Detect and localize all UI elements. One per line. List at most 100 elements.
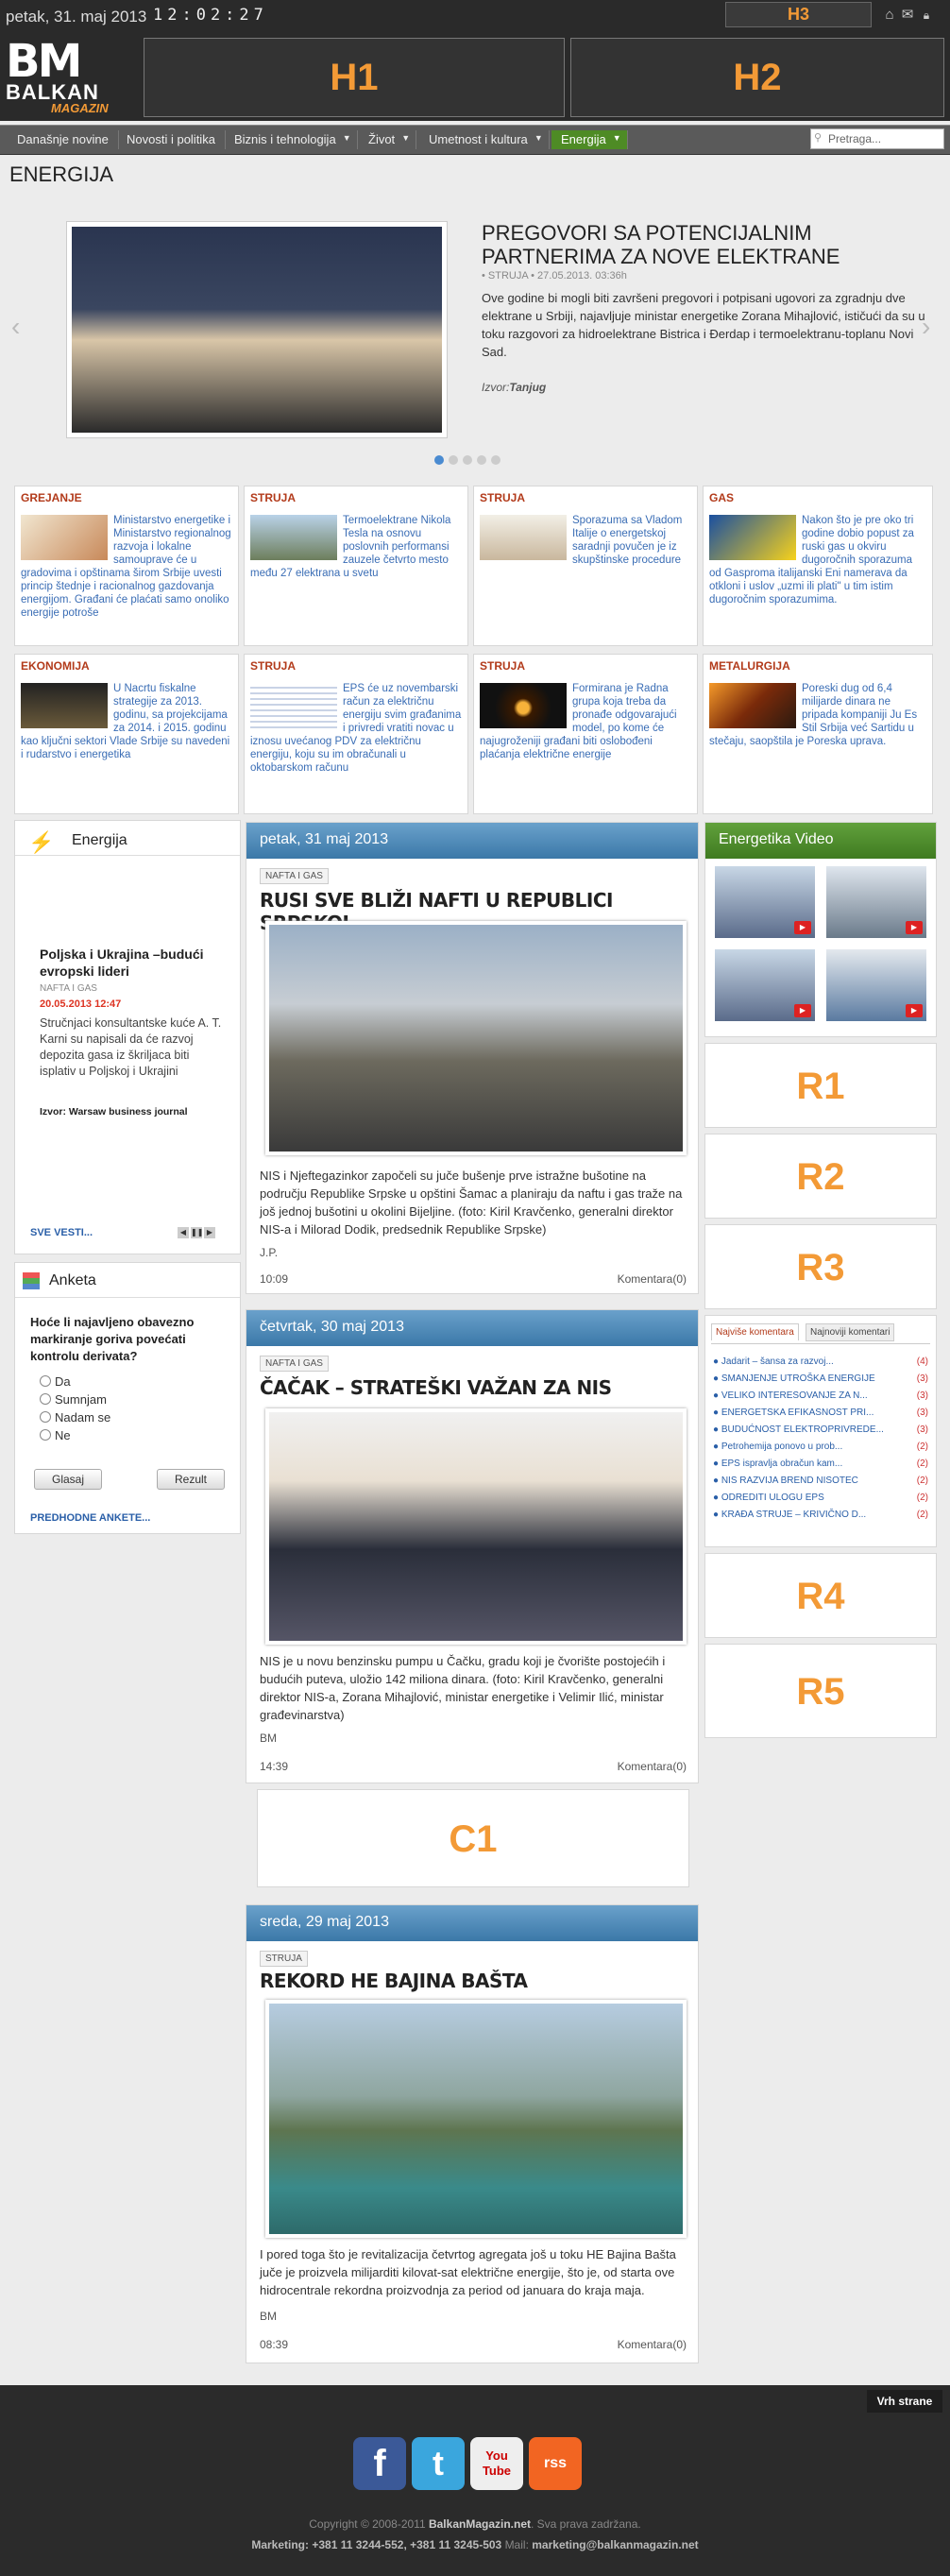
- article-tag[interactable]: NAFTA I GAS: [260, 1356, 329, 1372]
- card-text[interactable]: U Nacrtu fiskalne strategije za 2013. go…: [21, 682, 232, 761]
- previous-polls-link[interactable]: PREDHODNE ANKETE...: [30, 1512, 150, 1524]
- next-icon[interactable]: ▶: [204, 1227, 215, 1238]
- site-name[interactable]: BalkanMagazin.net: [429, 2517, 531, 2531]
- article-image[interactable]: [265, 2000, 687, 2238]
- news-card[interactable]: GREJANJE Ministarstvo energetike i Minis…: [14, 486, 239, 646]
- article-title[interactable]: ČAČAK – STRATEŠKI VAŽAN ZA NIS: [260, 1376, 612, 1399]
- article-image[interactable]: [265, 1408, 687, 1645]
- mail-link[interactable]: marketing@balkanmagazin.net: [532, 2538, 698, 2551]
- vote-button[interactable]: Glasaj: [34, 1469, 102, 1490]
- back-to-top-button[interactable]: Vrh strane: [867, 2390, 942, 2413]
- video-thumbnail[interactable]: ▶: [715, 949, 815, 1021]
- radio-button[interactable]: [40, 1375, 51, 1387]
- slider-image[interactable]: [66, 221, 448, 438]
- card-text[interactable]: Termoelektrane Nikola Tesla na osnovu po…: [250, 514, 462, 580]
- rss-icon[interactable]: rss: [529, 2437, 582, 2490]
- card-text[interactable]: Nakon što je pre oko tri godine dobio po…: [709, 514, 926, 606]
- poll-option[interactable]: Ne: [40, 1426, 110, 1444]
- list-item[interactable]: ● ODREDITI ULOGU EPS (2): [713, 1490, 928, 1507]
- list-item[interactable]: ● EPS ispravlja obračun kam... (2): [713, 1456, 928, 1473]
- list-item[interactable]: ● KRAĐA STRUJE – KRIVIČNO D... (2): [713, 1507, 928, 1524]
- news-card[interactable]: GAS Nakon što je pre oko tri godine dobi…: [703, 486, 933, 646]
- search-input[interactable]: Pretraga...: [810, 128, 944, 149]
- slider-dot[interactable]: [491, 455, 500, 465]
- article-title[interactable]: REKORD HE BAJINA BAŠTA: [260, 1970, 528, 1992]
- c1-banner-slot[interactable]: C1: [257, 1789, 689, 1887]
- video-thumbnail[interactable]: ▶: [715, 866, 815, 938]
- tab-most-commented[interactable]: Najviše komentara: [711, 1323, 799, 1340]
- slider-prev-arrow[interactable]: ‹: [11, 312, 20, 342]
- h1-banner-slot[interactable]: H1: [144, 38, 565, 117]
- mail-icon[interactable]: ✉: [900, 8, 915, 23]
- twitter-icon[interactable]: t: [412, 2437, 465, 2490]
- list-item-title[interactable]: VELIKO INTERESOVANJE ZA N...: [721, 1390, 868, 1401]
- poll-option[interactable]: Da: [40, 1373, 110, 1390]
- card-text[interactable]: Ministarstvo energetike i Ministarstvo r…: [21, 514, 232, 620]
- news-card[interactable]: EKONOMIJA U Nacrtu fiskalne strategije z…: [14, 654, 239, 814]
- radio-button[interactable]: [40, 1429, 51, 1441]
- facebook-icon[interactable]: f: [353, 2437, 406, 2490]
- list-item[interactable]: ● Petrohemija ponovo u prob... (2): [713, 1439, 928, 1456]
- slider-dot[interactable]: [434, 455, 444, 465]
- article-tag[interactable]: NAFTA I GAS: [260, 868, 329, 884]
- youtube-icon[interactable]: You Tube: [470, 2437, 523, 2490]
- slider-dot[interactable]: [449, 455, 458, 465]
- poll-option[interactable]: Nadam se: [40, 1408, 110, 1426]
- card-category[interactable]: STRUJA: [480, 659, 525, 673]
- lock-icon[interactable]: 🔒︎: [919, 8, 934, 23]
- article-tag[interactable]: STRUJA: [260, 1951, 308, 1967]
- news-card[interactable]: STRUJA Termoelektrane Nikola Tesla na os…: [244, 486, 468, 646]
- nav-item-news-politics[interactable]: Novosti i politika: [117, 130, 226, 149]
- card-category[interactable]: GREJANJE: [21, 491, 82, 504]
- card-category[interactable]: EKONOMIJA: [21, 659, 90, 673]
- slider-dot[interactable]: [463, 455, 472, 465]
- list-item-title[interactable]: ODREDITI ULOGU EPS: [721, 1493, 824, 1503]
- list-item-title[interactable]: Jadarit – šansa za razvoj...: [721, 1356, 834, 1367]
- h3-banner-slot[interactable]: H3: [725, 2, 872, 27]
- card-category[interactable]: STRUJA: [480, 491, 525, 504]
- news-card[interactable]: STRUJA Formirana je Radna grupa koja tre…: [473, 654, 698, 814]
- card-text[interactable]: EPS će uz novembarski račun za električn…: [250, 682, 462, 775]
- radio-button[interactable]: [40, 1393, 51, 1405]
- slider-title[interactable]: PREGOVORI SA POTENCIJALNIM PARTNERIMA ZA…: [482, 221, 859, 268]
- site-logo[interactable]: BM BALKAN MAGAZIN: [6, 39, 128, 115]
- home-icon[interactable]: ⌂: [882, 8, 897, 23]
- results-button[interactable]: Rezult: [157, 1469, 225, 1490]
- list-item[interactable]: ● Jadarit – šansa za razvoj... (4): [713, 1354, 928, 1371]
- video-thumbnail[interactable]: ▶: [826, 866, 926, 938]
- list-item-title[interactable]: ENERGETSKA EFIKASNOST PRI...: [721, 1407, 874, 1418]
- r3-banner-slot[interactable]: R3: [704, 1224, 937, 1309]
- comments-link[interactable]: Komentara(0): [618, 1760, 687, 1773]
- card-category[interactable]: STRUJA: [250, 659, 296, 673]
- list-item-title[interactable]: KRAĐA STRUJE – KRIVIČNO D...: [721, 1510, 866, 1520]
- nav-item-energy[interactable]: Energija ▼: [551, 130, 628, 149]
- tab-latest-comments[interactable]: Najnoviji komentari: [806, 1323, 895, 1341]
- nav-item-todays-paper[interactable]: Današnje novine: [8, 130, 119, 149]
- news-card[interactable]: STRUJA Sporazuma sa Vladom Italije o ene…: [473, 486, 698, 646]
- news-card[interactable]: METALURGIJA Poreski dug od 6,4 milijarde…: [703, 654, 933, 814]
- card-category[interactable]: GAS: [709, 491, 734, 504]
- poll-option[interactable]: Sumnjam: [40, 1390, 110, 1408]
- card-text[interactable]: Poreski dug od 6,4 milijarde dinara ne p…: [709, 682, 926, 748]
- list-item[interactable]: ● BUDUĆNOST ELEKTROPRIVREDE... (3): [713, 1422, 928, 1439]
- list-item-title[interactable]: BUDUĆNOST ELEKTROPRIVREDE...: [721, 1424, 884, 1435]
- r5-banner-slot[interactable]: R5: [704, 1644, 937, 1738]
- comments-link[interactable]: Komentara(0): [618, 1272, 687, 1286]
- pause-icon[interactable]: ❚❚: [191, 1227, 203, 1238]
- list-item-title[interactable]: SMANJENJE UTROŠKA ENERGIJE: [721, 1373, 875, 1384]
- list-item-title[interactable]: Petrohemija ponovo u prob...: [721, 1442, 842, 1452]
- h2-banner-slot[interactable]: H2: [570, 38, 944, 117]
- comments-link[interactable]: Komentara(0): [618, 2338, 687, 2351]
- all-news-link[interactable]: SVE VESTI...: [30, 1227, 93, 1238]
- card-category[interactable]: STRUJA: [250, 491, 296, 504]
- card-category[interactable]: METALURGIJA: [709, 659, 790, 673]
- nav-item-art-culture[interactable]: Umetnost i kultura ▼: [419, 130, 550, 149]
- list-item-title[interactable]: NIS RAZVIJA BREND NISOTEC: [721, 1476, 858, 1486]
- card-text[interactable]: Sporazuma sa Vladom Italije o energetsko…: [480, 514, 691, 567]
- radio-button[interactable]: [40, 1411, 51, 1423]
- r4-banner-slot[interactable]: R4: [704, 1553, 937, 1638]
- video-thumbnail[interactable]: ▶: [826, 949, 926, 1021]
- nav-item-business-tech[interactable]: Biznis i tehnologija ▼: [225, 130, 358, 149]
- list-item[interactable]: ● SMANJENJE UTROŠKA ENERGIJE (3): [713, 1371, 928, 1388]
- prev-icon[interactable]: ◀: [178, 1227, 189, 1238]
